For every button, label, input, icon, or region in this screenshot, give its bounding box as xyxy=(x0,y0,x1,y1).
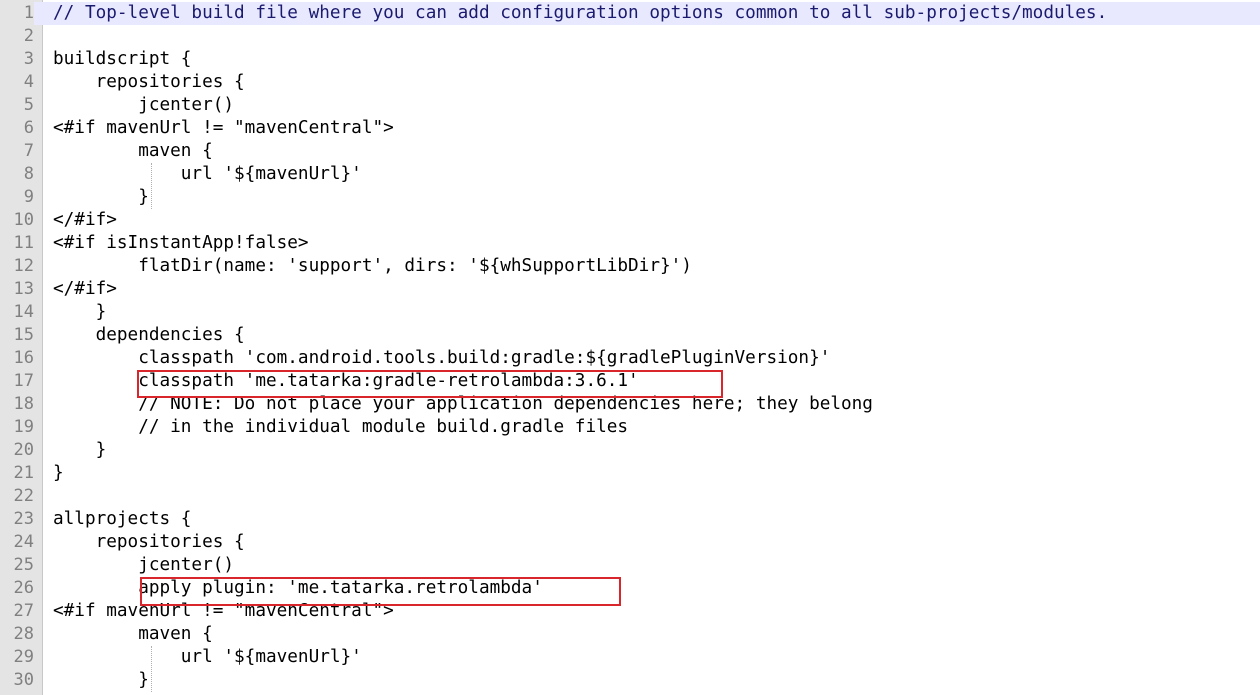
code-line[interactable]: 13 </#if> xyxy=(0,278,1260,301)
code-line[interactable]: 4 repositories { xyxy=(0,71,1260,94)
code-text: buildscript { xyxy=(53,49,192,69)
line-number: 10 xyxy=(0,209,34,232)
line-number: 19 xyxy=(0,416,34,439)
code-line[interactable]: 15 dependencies { xyxy=(0,324,1260,347)
fold-guide xyxy=(151,646,152,692)
line-number: 1 xyxy=(0,2,34,25)
line-number: 7 xyxy=(0,140,34,163)
line-number: 13 xyxy=(0,278,34,301)
line-number: 8 xyxy=(0,163,34,186)
line-number: 21 xyxy=(0,462,34,485)
code-text: classpath 'me.tatarka:gradle-retrolambda… xyxy=(53,371,639,391)
code-line[interactable]: 27 <#if mavenUrl != "mavenCentral"> xyxy=(0,600,1260,623)
code-line[interactable]: 17 classpath 'me.tatarka:gradle-retrolam… xyxy=(0,370,1260,393)
code-text: } xyxy=(53,440,107,460)
code-text: <#if isInstantApp!false> xyxy=(53,233,309,253)
line-number: 18 xyxy=(0,393,34,416)
code-line[interactable]: 26 apply plugin: 'me.tatarka.retrolambda… xyxy=(0,577,1260,600)
code-text: jcenter() xyxy=(53,555,235,575)
line-number: 23 xyxy=(0,508,34,531)
code-text: maven { xyxy=(53,624,213,644)
code-text: </#if> xyxy=(53,279,117,299)
code-text: // NOTE: Do not place your application d… xyxy=(53,394,873,414)
line-number: 12 xyxy=(0,255,34,278)
code-line[interactable]: 1 // Top-level build file where you can a… xyxy=(0,2,1260,25)
line-number: 2 xyxy=(0,25,34,48)
code-text: allprojects { xyxy=(53,509,192,529)
code-text: } xyxy=(53,187,149,207)
code-line[interactable]: 2 xyxy=(0,25,1260,48)
code-line[interactable]: 9 } xyxy=(0,186,1260,209)
code-line[interactable]: 21} xyxy=(0,462,1260,485)
fold-guide xyxy=(151,163,152,209)
code-text: classpath 'com.android.tools.build:gradl… xyxy=(53,348,831,368)
code-line[interactable]: 10 </#if> xyxy=(0,209,1260,232)
code-text: url '${mavenUrl}' xyxy=(53,647,362,667)
code-text: jcenter() xyxy=(53,95,235,115)
code-text: </#if> xyxy=(53,210,117,230)
line-number: 30 xyxy=(0,669,34,692)
code-line[interactable]: 16 classpath 'com.android.tools.build:gr… xyxy=(0,347,1260,370)
code-line[interactable]: 5 jcenter() xyxy=(0,94,1260,117)
code-line[interactable]: 3 buildscript { xyxy=(0,48,1260,71)
code-text: dependencies { xyxy=(53,325,245,345)
line-number: 26 xyxy=(0,577,34,600)
line-number: 3 xyxy=(0,48,34,71)
line-number: 25 xyxy=(0,554,34,577)
line-number: 16 xyxy=(0,347,34,370)
code-line[interactable]: 25 jcenter() xyxy=(0,554,1260,577)
code-text: apply plugin: 'me.tatarka.retrolambda' xyxy=(53,578,543,598)
code-text: // Top-level build file where you can ad… xyxy=(53,3,1108,23)
line-number: 15 xyxy=(0,324,34,347)
code-line[interactable]: 29 url '${mavenUrl}' xyxy=(0,646,1260,669)
line-number: 14 xyxy=(0,301,34,324)
code-line[interactable]: 18 // NOTE: Do not place your applicatio… xyxy=(0,393,1260,416)
code-text: } xyxy=(53,302,107,322)
code-text: repositories { xyxy=(53,72,245,92)
code-text: // in the individual module build.gradle… xyxy=(53,417,629,437)
line-number: 27 xyxy=(0,600,34,623)
code-text: } xyxy=(53,670,149,690)
code-line[interactable]: 20 } xyxy=(0,439,1260,462)
line-number: 5 xyxy=(0,94,34,117)
line-number: 28 xyxy=(0,623,34,646)
code-text: } xyxy=(53,463,64,483)
code-line[interactable]: 8 url '${mavenUrl}' xyxy=(0,163,1260,186)
line-number: 9 xyxy=(0,186,34,209)
code-line[interactable]: 11 <#if isInstantApp!false> xyxy=(0,232,1260,255)
code-line[interactable]: 23 allprojects { xyxy=(0,508,1260,531)
code-text: maven { xyxy=(53,141,213,161)
line-number: 4 xyxy=(0,71,34,94)
code-line[interactable]: 24 repositories { xyxy=(0,531,1260,554)
line-number: 17 xyxy=(0,370,34,393)
line-number: 20 xyxy=(0,439,34,462)
code-text: repositories { xyxy=(53,532,245,552)
code-line[interactable]: 6 <#if mavenUrl != "mavenCentral"> xyxy=(0,117,1260,140)
code-text: url '${mavenUrl}' xyxy=(53,164,362,184)
line-number: 29 xyxy=(0,646,34,669)
code-text: <#if mavenUrl != "mavenCentral"> xyxy=(53,601,394,621)
code-line[interactable]: 28 maven { xyxy=(0,623,1260,646)
line-number: 11 xyxy=(0,232,34,255)
code-editor[interactable]: 1 // Top-level build file where you can a… xyxy=(0,0,1260,695)
line-number: 6 xyxy=(0,117,34,140)
code-line[interactable]: 30 } xyxy=(0,669,1260,692)
code-line[interactable]: 22 xyxy=(0,485,1260,508)
line-number: 24 xyxy=(0,531,34,554)
code-line[interactable]: 7 maven { xyxy=(0,140,1260,163)
line-number: 22 xyxy=(0,485,34,508)
code-text: flatDir(name: 'support', dirs: '${whSupp… xyxy=(53,256,692,276)
code-line[interactable]: 12 flatDir(name: 'support', dirs: '${whS… xyxy=(0,255,1260,278)
code-text: <#if mavenUrl != "mavenCentral"> xyxy=(53,118,394,138)
code-line[interactable]: 14 } xyxy=(0,301,1260,324)
code-lines: 1 // Top-level build file where you can a… xyxy=(0,2,1260,692)
code-line[interactable]: 19 // in the individual module build.gra… xyxy=(0,416,1260,439)
